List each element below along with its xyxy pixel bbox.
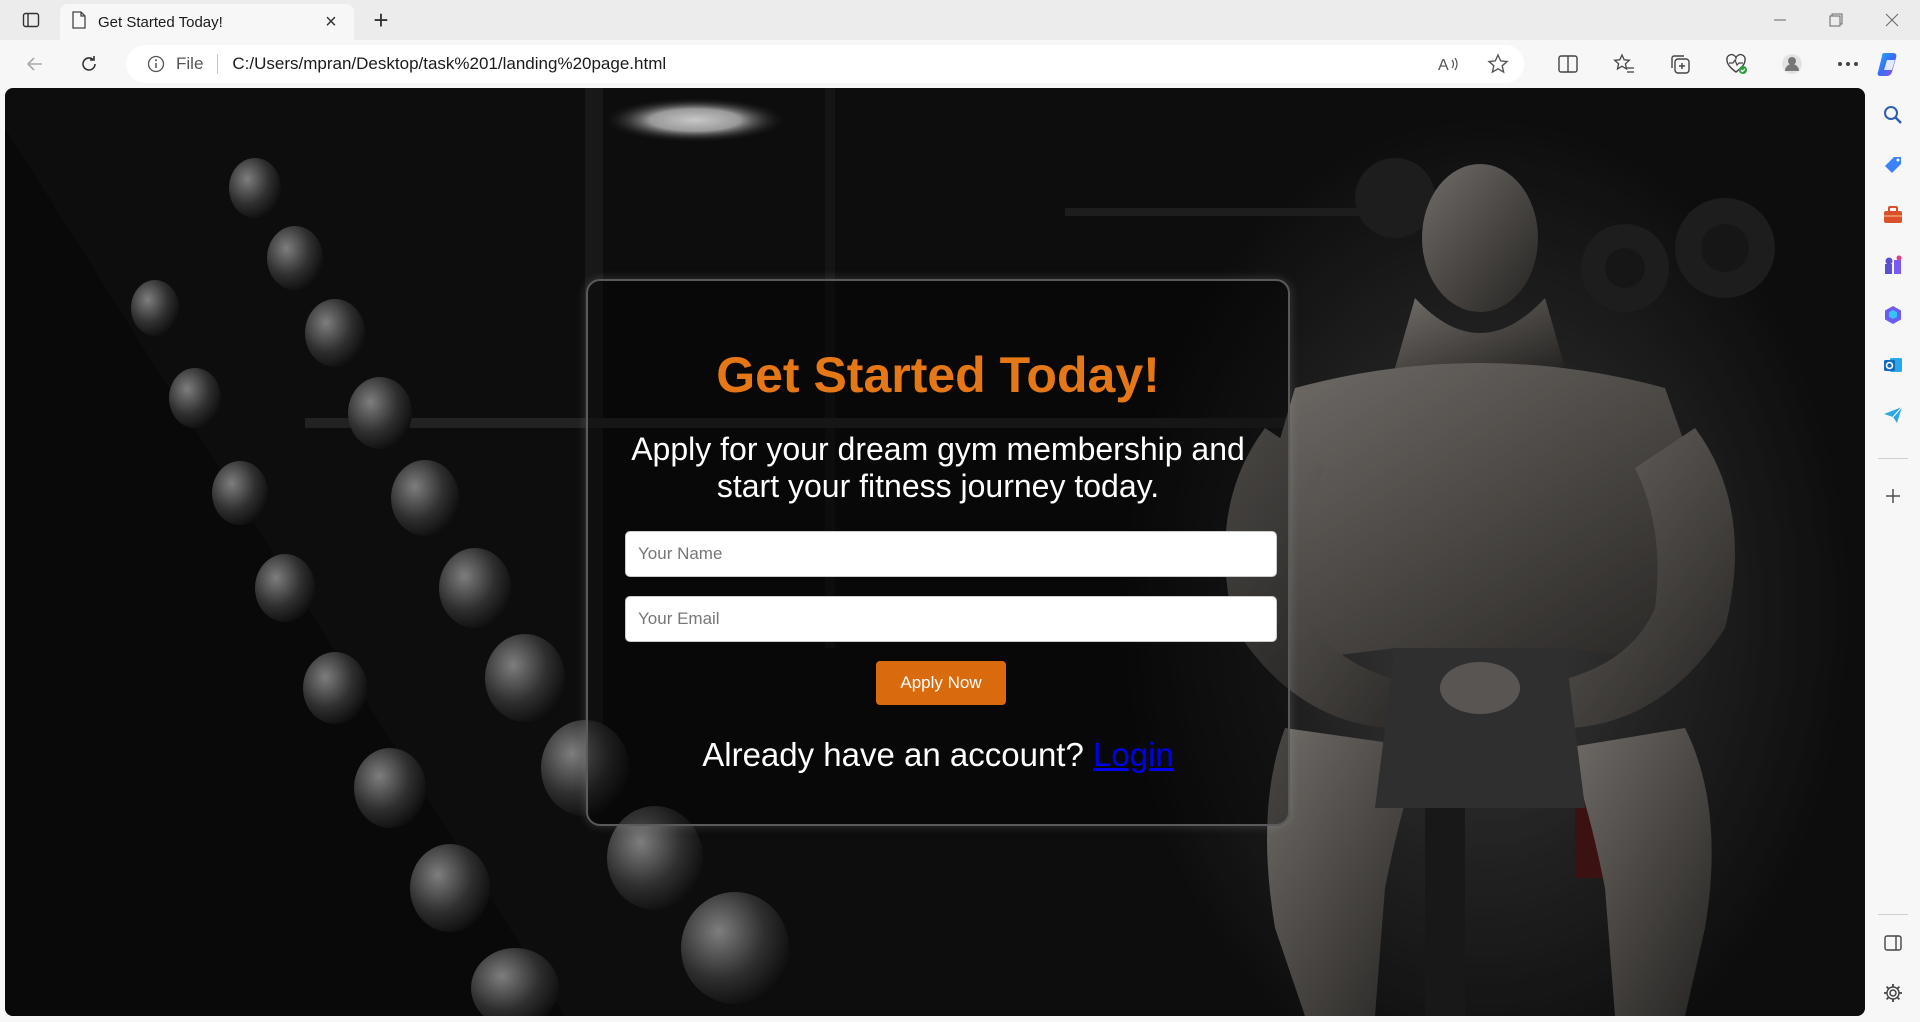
navigation-bar: File C:/Users/mpran/Desktop/task%201/lan…	[0, 40, 1920, 88]
browser-toolbar	[1540, 48, 1876, 80]
new-tab-button[interactable]: +	[366, 5, 396, 35]
profile-icon[interactable]	[1764, 48, 1820, 80]
close-window-icon[interactable]	[1864, 0, 1920, 40]
tab-title: Get Started Today!	[98, 13, 223, 31]
address-bar-actions: A	[1434, 50, 1512, 78]
window-controls	[1752, 0, 1920, 40]
search-icon[interactable]	[1878, 100, 1908, 130]
tab-actions-icon[interactable]	[14, 6, 48, 34]
title-bar: Get Started Today! × +	[0, 0, 1920, 40]
address-divider	[217, 54, 219, 74]
url-text[interactable]: C:/Users/mpran/Desktop/task%201/landing%…	[232, 54, 666, 74]
read-aloud-icon[interactable]: A	[1434, 50, 1462, 78]
games-icon[interactable]	[1878, 250, 1908, 280]
sidebar-toggle-icon[interactable]	[1878, 928, 1908, 958]
sidebar-divider	[1878, 458, 1908, 459]
apply-now-button[interactable]: Apply Now	[876, 661, 1006, 705]
minimize-icon[interactable]	[1752, 0, 1808, 40]
microsoft-365-icon[interactable]	[1878, 300, 1908, 330]
login-link[interactable]: Login	[1093, 736, 1174, 773]
drop-icon[interactable]	[1878, 400, 1908, 430]
collections-icon[interactable]	[1652, 48, 1708, 80]
sidebar-divider	[1878, 914, 1908, 915]
page-title: Get Started Today!	[716, 347, 1160, 403]
restore-icon[interactable]	[1808, 0, 1864, 40]
refresh-icon[interactable]	[72, 48, 106, 80]
browser-essentials-icon[interactable]	[1708, 48, 1764, 80]
scheme-label: File	[176, 54, 204, 73]
page-icon	[72, 10, 86, 34]
login-prompt-text: Already have an account?	[702, 736, 1084, 773]
back-arrow-icon[interactable]	[18, 48, 52, 80]
close-tab-icon[interactable]: ×	[320, 11, 342, 33]
active-tab[interactable]: Get Started Today! ×	[60, 4, 354, 40]
add-icon[interactable]	[1878, 481, 1908, 511]
login-prompt: Already have an account? Login	[588, 736, 1288, 774]
outlook-icon[interactable]	[1878, 350, 1908, 380]
page-subtitle: Apply for your dream gym membership and …	[631, 431, 1245, 504]
address-bar[interactable]: File C:/Users/mpran/Desktop/task%201/lan…	[126, 45, 1524, 83]
signup-card: Get Started Today! Apply for your dream …	[586, 279, 1290, 826]
split-screen-icon[interactable]	[1540, 48, 1596, 80]
name-input[interactable]	[625, 531, 1277, 577]
info-icon[interactable]	[146, 54, 166, 74]
shopping-icon[interactable]	[1878, 150, 1908, 180]
page-viewport: Get Started Today! Apply for your dream …	[5, 88, 1865, 1016]
settings-icon[interactable]	[1878, 978, 1908, 1008]
favorites-icon[interactable]	[1596, 48, 1652, 80]
favorite-star-icon[interactable]	[1484, 50, 1512, 78]
edge-sidebar	[1866, 88, 1920, 1022]
more-icon[interactable]	[1820, 48, 1876, 80]
svg-text:A: A	[1438, 57, 1449, 74]
copilot-icon[interactable]	[1873, 47, 1907, 81]
email-input[interactable]	[625, 596, 1277, 642]
tools-icon[interactable]	[1878, 200, 1908, 230]
